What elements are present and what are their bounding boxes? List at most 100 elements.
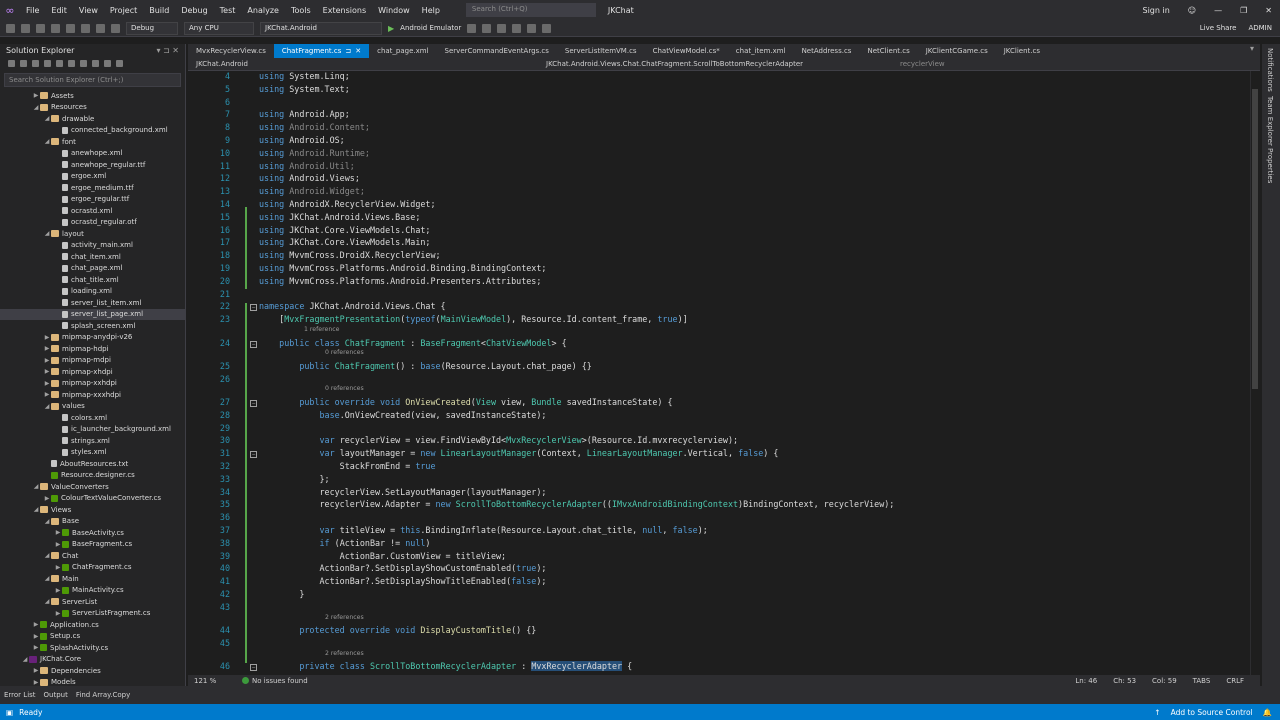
configuration-select[interactable]: Debug: [126, 21, 178, 35]
tree-item[interactable]: ▶ mipmap-anydpi-v26: [0, 332, 186, 344]
tree-item[interactable]: anewhope.xml: [0, 148, 186, 160]
refresh-icon[interactable]: [80, 60, 87, 67]
expanded-arrow-icon[interactable]: ◢: [32, 104, 40, 111]
tree-item[interactable]: ▶ mipmap-mdpi: [0, 355, 186, 367]
code-line[interactable]: 40 ActionBar?.SetDisplayShowCustomEnable…: [188, 563, 1250, 576]
code-line[interactable]: 17 using JKChat.Core.ViewModels.Main;: [188, 237, 1250, 250]
tree-item[interactable]: ▶ mipmap-xxhdpi: [0, 378, 186, 390]
tree-item[interactable]: splash_screen.xml: [0, 320, 186, 332]
tree-item[interactable]: chat_page.xml: [0, 263, 186, 275]
collapsed-arrow-icon[interactable]: ▶: [43, 368, 51, 375]
tree-item[interactable]: colors.xml: [0, 412, 186, 424]
codelens-references[interactable]: 0 references: [325, 385, 364, 392]
collapsed-arrow-icon[interactable]: ▶: [43, 391, 51, 398]
tree-item[interactable]: ocrastd.xml: [0, 205, 186, 217]
save-icon[interactable]: [66, 23, 75, 33]
code-line[interactable]: 42 }: [188, 589, 1250, 602]
collapsed-arrow-icon[interactable]: ▶: [32, 92, 40, 99]
sync-icon[interactable]: [68, 60, 75, 67]
code-line[interactable]: 46 − private class ScrollToBottomRecycler…: [188, 661, 1250, 674]
tree-item[interactable]: ▶ Application.cs: [0, 619, 186, 631]
bookmark-icon[interactable]: [527, 23, 537, 33]
editor-tab[interactable]: ServerListItemVM.cs: [557, 44, 645, 58]
notification-bell-icon[interactable]: 🔔: [1263, 708, 1272, 717]
platform-select[interactable]: Any CPU: [184, 21, 254, 35]
tree-item[interactable]: ocrastd_regular.otf: [0, 217, 186, 229]
pin-icon[interactable]: ▾ ⊐: [156, 46, 172, 55]
editor-tab[interactable]: chat_item.xml: [728, 44, 794, 58]
code-line[interactable]: 7 using Android.App;: [188, 109, 1250, 122]
code-line[interactable]: 25 public ChatFragment() : base(Resource…: [188, 361, 1250, 374]
tree-item[interactable]: ▶ BaseFragment.cs: [0, 539, 186, 551]
editor-tab[interactable]: NetClient.cs: [859, 44, 917, 58]
editor-tab[interactable]: ServerCommandEventArgs.cs: [437, 44, 557, 58]
close-tab-icon[interactable]: ✕: [355, 47, 361, 55]
breakpoint-icon[interactable]: [512, 23, 522, 33]
collapsed-arrow-icon[interactable]: ▶: [43, 345, 51, 352]
tree-item[interactable]: ◢ drawable: [0, 113, 186, 125]
code-line[interactable]: 27 − public override void OnViewCreated(V…: [188, 397, 1250, 410]
tree-item[interactable]: ▶ BaseActivity.cs: [0, 527, 186, 539]
code-line[interactable]: 32 StackFromEnd = true: [188, 461, 1250, 474]
tree-item[interactable]: ◢ Views: [0, 504, 186, 516]
tree-item[interactable]: ergoe_medium.ttf: [0, 182, 186, 194]
tree-item[interactable]: ◢ Resources: [0, 102, 186, 114]
collapsed-arrow-icon[interactable]: ▶: [32, 621, 40, 628]
code-line[interactable]: 10 using Android.Runtime;: [188, 148, 1250, 161]
code-line[interactable]: 37 var titleView = this.BindingInflate(R…: [188, 525, 1250, 538]
tree-item[interactable]: ergoe_regular.ttf: [0, 194, 186, 206]
tree-item[interactable]: ▶ Dependencies: [0, 665, 186, 677]
tree-item[interactable]: ▶ SplashActivity.cs: [0, 642, 186, 654]
comment-icon[interactable]: [542, 23, 552, 33]
line-endings[interactable]: CRLF: [1226, 677, 1244, 685]
code-line[interactable]: 29: [188, 423, 1250, 436]
code-line[interactable]: 19 using MvvmCross.Platforms.Android.Bind…: [188, 263, 1250, 276]
code-line[interactable]: 33 };: [188, 474, 1250, 487]
code-line[interactable]: 20 using MvvmCross.Platforms.Android.Pres…: [188, 276, 1250, 289]
collapsed-arrow-icon[interactable]: ▶: [54, 587, 62, 594]
collapsed-arrow-icon[interactable]: ▶: [43, 357, 51, 364]
codelens-references[interactable]: 2 references: [325, 614, 364, 621]
code-editor[interactable]: 4 using System.Linq; 5 using System.Text; 6 7…: [188, 71, 1250, 675]
tree-item[interactable]: ◢ ValueConverters: [0, 481, 186, 493]
menu-item-view[interactable]: View: [73, 6, 104, 15]
expanded-arrow-icon[interactable]: ◢: [32, 506, 40, 513]
sign-in-link[interactable]: Sign in: [1142, 6, 1169, 15]
expanded-arrow-icon[interactable]: ◢: [32, 483, 40, 490]
pending-changes-icon[interactable]: [56, 60, 63, 67]
collapsed-arrow-icon[interactable]: ▶: [32, 679, 40, 686]
back-icon[interactable]: [6, 23, 15, 33]
code-line[interactable]: 39 ActionBar.CustomView = titleView;: [188, 551, 1250, 564]
issues-indicator[interactable]: No issues found: [242, 677, 342, 685]
tree-item[interactable]: loading.xml: [0, 286, 186, 298]
tree-item[interactable]: chat_item.xml: [0, 251, 186, 263]
tree-item[interactable]: ▶ ServerListFragment.cs: [0, 608, 186, 620]
code-line[interactable]: 13 using Android.Widget;: [188, 186, 1250, 199]
feedback-icon[interactable]: ☺: [1188, 6, 1196, 15]
code-line[interactable]: 9 using Android.OS;: [188, 135, 1250, 148]
editor-tab[interactable]: ChatFragment.cs ⊐ ✕: [273, 44, 370, 58]
menu-item-debug[interactable]: Debug: [175, 6, 213, 15]
collapsed-arrow-icon[interactable]: ▶: [43, 380, 51, 387]
forward-icon[interactable]: [20, 60, 27, 67]
tree-item[interactable]: ic_launcher_background.xml: [0, 424, 186, 436]
code-line[interactable]: 16 using JKChat.Core.ViewModels.Chat;: [188, 225, 1250, 238]
back-icon[interactable]: [8, 60, 15, 67]
code-line[interactable]: 8 using Android.Content;: [188, 122, 1250, 135]
collapsed-arrow-icon[interactable]: ▶: [43, 334, 51, 341]
code-line[interactable]: 36: [188, 512, 1250, 525]
tree-item[interactable]: strings.xml: [0, 435, 186, 447]
undo-icon[interactable]: [96, 23, 105, 33]
code-line[interactable]: 6: [188, 97, 1250, 110]
tree-item[interactable]: ◢ ServerList: [0, 596, 186, 608]
collapse-region-icon[interactable]: −: [250, 399, 257, 407]
properties-tab[interactable]: Properties: [1266, 148, 1274, 183]
code-line[interactable]: 4 using System.Linq;: [188, 71, 1250, 84]
editor-tab[interactable]: ChatViewModel.cs*: [645, 44, 728, 58]
codelens-references[interactable]: 0 references: [325, 349, 364, 356]
output-tab[interactable]: Output: [44, 691, 68, 699]
editor-tab[interactable]: JKClient.cs: [996, 44, 1048, 58]
tree-item[interactable]: connected_background.xml: [0, 125, 186, 137]
open-icon[interactable]: [51, 23, 60, 33]
editor-tab[interactable]: JKClientCGame.cs: [918, 44, 996, 58]
